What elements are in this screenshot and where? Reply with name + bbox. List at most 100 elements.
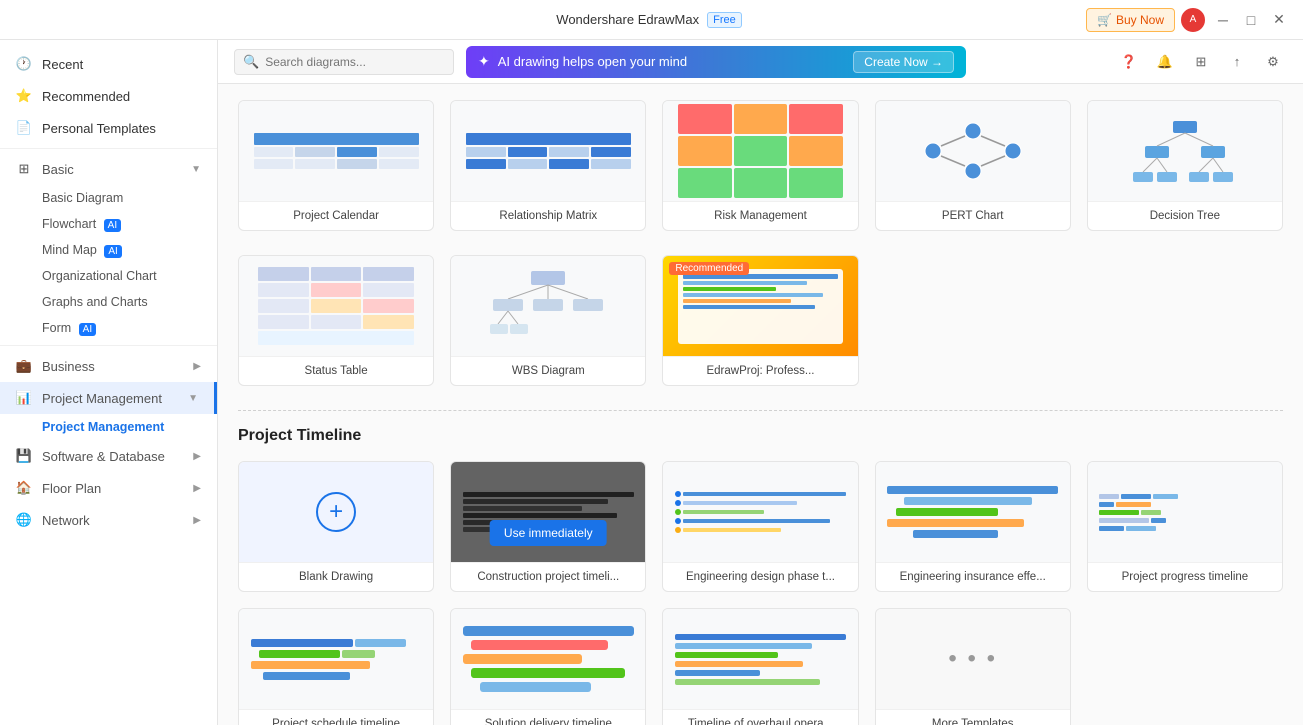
- sidebar-item-network[interactable]: 🌐 Network ▶: [0, 504, 217, 536]
- gantt-icon: 📊: [16, 390, 32, 406]
- card-schedule[interactable]: Project schedule timeline: [238, 608, 434, 725]
- sidebar-item-flowchart[interactable]: Flowchart AI: [0, 211, 217, 237]
- sidebar-label-recommended: Recommended: [42, 89, 130, 104]
- grid-icon: ⊞: [16, 161, 32, 177]
- sidebar-item-mind-map[interactable]: Mind Map AI: [0, 237, 217, 263]
- app-body: 🕐 Recent ⭐ Recommended 📄 Personal Templa…: [0, 40, 1303, 725]
- sidebar-label-personal: Personal Templates: [42, 121, 156, 136]
- sidebar-item-project-mgmt[interactable]: 📊 Project Management ▼: [0, 382, 217, 414]
- card-label-insurance: Engineering insurance effe...: [876, 562, 1070, 591]
- sidebar-item-graphs[interactable]: Graphs and Charts: [0, 289, 217, 315]
- app-badge: Free: [707, 12, 742, 28]
- sidebar-label-graphs: Graphs and Charts: [42, 295, 148, 309]
- minimize-button[interactable]: ─: [1211, 8, 1235, 32]
- chevron-right-icon-software: ▶: [193, 451, 201, 462]
- card-decision-tree[interactable]: Decision Tree: [1087, 100, 1283, 231]
- card-thumb-edrawproj: Recommended: [663, 256, 857, 356]
- card-overhaul[interactable]: Timeline of overhaul opera...: [662, 608, 858, 725]
- sidebar-item-recent[interactable]: 🕐 Recent: [0, 48, 217, 80]
- buy-now-button[interactable]: 🛒 Buy Now: [1086, 8, 1175, 32]
- ai-badge-form: AI: [79, 323, 96, 336]
- card-label-overhaul: Timeline of overhaul opera...: [663, 709, 857, 725]
- sidebar-label-basic: Basic: [42, 162, 74, 177]
- ai-badge-mind-map: AI: [104, 245, 121, 258]
- use-immediately-button[interactable]: Use immediately: [490, 520, 607, 546]
- card-thumb-more: • • •: [876, 609, 1070, 709]
- avatar[interactable]: A: [1179, 6, 1207, 34]
- card-label-relationship-matrix: Relationship Matrix: [451, 201, 645, 230]
- card-label-edrawproj: EdrawProj: Profess...: [663, 356, 857, 385]
- sidebar-label-project-mgmt-sub: Project Management: [42, 420, 164, 434]
- card-thumb-progress: [1088, 462, 1282, 562]
- card-solution[interactable]: Solution delivery timeline: [450, 608, 646, 725]
- card-construction[interactable]: Free Use immediately: [450, 461, 646, 592]
- sidebar: 🕐 Recent ⭐ Recommended 📄 Personal Templa…: [0, 40, 218, 725]
- sidebar-label-form: Form: [42, 321, 71, 335]
- card-project-calendar[interactable]: Project Calendar: [238, 100, 434, 231]
- card-thumb-construction: Use immediately: [451, 462, 645, 562]
- settings-button[interactable]: ⚙: [1259, 48, 1287, 76]
- sidebar-label-software: Software & Database: [42, 449, 165, 464]
- network-icon: 🌐: [16, 512, 32, 528]
- top-grid: Project Calendar: [238, 100, 1283, 231]
- sidebar-item-software[interactable]: 💾 Software & Database ▶: [0, 440, 217, 472]
- sidebar-item-project-mgmt-sub[interactable]: Project Management: [0, 414, 217, 440]
- card-edrawproj[interactable]: Recommended EdrawProj: Profess...: [662, 255, 858, 386]
- search-box[interactable]: 🔍: [234, 49, 454, 75]
- search-input[interactable]: [265, 55, 435, 69]
- card-status-table[interactable]: Status Table: [238, 255, 434, 386]
- card-insurance[interactable]: Engineering insurance effe...: [875, 461, 1071, 592]
- sidebar-item-org-chart[interactable]: Organizational Chart: [0, 263, 217, 289]
- sidebar-label-business: Business: [42, 359, 95, 374]
- close-button[interactable]: ✕: [1267, 8, 1291, 32]
- app-title: Wondershare EdrawMax: [556, 12, 699, 27]
- card-blank-drawing[interactable]: + Blank Drawing: [238, 461, 434, 592]
- sidebar-item-form[interactable]: Form AI: [0, 315, 217, 341]
- help-button[interactable]: ❓: [1115, 48, 1143, 76]
- share-button[interactable]: ↑: [1223, 48, 1251, 76]
- apps-button[interactable]: ⊞: [1187, 48, 1215, 76]
- card-thumb-status-table: [239, 256, 433, 356]
- card-thumb-blank: +: [239, 462, 433, 562]
- sidebar-item-basic-diagram[interactable]: Basic Diagram: [0, 185, 217, 211]
- maximize-button[interactable]: □: [1239, 8, 1263, 32]
- sidebar-label-mind-map: Mind Map: [42, 243, 97, 257]
- card-label-blank: Blank Drawing: [239, 562, 433, 591]
- notification-button[interactable]: 🔔: [1151, 48, 1179, 76]
- card-wbs-diagram[interactable]: WBS Diagram: [450, 255, 646, 386]
- sidebar-label-org-chart: Organizational Chart: [42, 269, 157, 283]
- card-thumb-project-calendar: [239, 101, 433, 201]
- titlebar-controls: 🛒 Buy Now A ─ □ ✕: [1086, 6, 1291, 34]
- card-pert-chart[interactable]: PERT Chart: [875, 100, 1071, 231]
- sidebar-label-flowchart: Flowchart: [42, 217, 96, 231]
- card-label-decision-tree: Decision Tree: [1088, 201, 1282, 230]
- card-progress[interactable]: Project progress timeline: [1087, 461, 1283, 592]
- sidebar-label-network: Network: [42, 513, 90, 528]
- card-relationship-matrix[interactable]: Relationship Matrix: [450, 100, 646, 231]
- card-label-risk-management: Risk Management: [663, 201, 857, 230]
- sidebar-item-floor-plan[interactable]: 🏠 Floor Plan ▶: [0, 472, 217, 504]
- sidebar-item-basic[interactable]: ⊞ Basic ▼: [0, 153, 217, 185]
- create-now-button[interactable]: Create Now →: [853, 51, 954, 73]
- card-more-templates[interactable]: • • • More Templates: [875, 608, 1071, 725]
- card-label-engineering: Engineering design phase t...: [663, 562, 857, 591]
- plus-icon: +: [316, 492, 356, 532]
- chevron-right-icon-network: ▶: [193, 515, 201, 526]
- timeline-grid-row1: + Blank Drawing Free: [238, 461, 1283, 592]
- card-label-wbs-diagram: WBS Diagram: [451, 356, 645, 385]
- sidebar-item-personal[interactable]: 📄 Personal Templates: [0, 112, 217, 144]
- sidebar-item-recommended[interactable]: ⭐ Recommended: [0, 80, 217, 112]
- recommended-badge-edrawproj: Recommended: [669, 262, 749, 275]
- card-engineering[interactable]: Free: [662, 461, 858, 592]
- sidebar-label-project-mgmt: Project Management: [42, 391, 162, 406]
- card-thumb-wbs-diagram: [451, 256, 645, 356]
- card-label-solution: Solution delivery timeline: [451, 709, 645, 725]
- top-section: Project Calendar: [238, 100, 1283, 231]
- main-content: 🔍 ✦ AI drawing helps open your mind Crea…: [218, 40, 1303, 725]
- ai-banner[interactable]: ✦ AI drawing helps open your mind Create…: [466, 46, 966, 78]
- sidebar-item-business[interactable]: 💼 Business ▶: [0, 350, 217, 382]
- card-thumb-engineering: [663, 462, 857, 562]
- card-risk-management[interactable]: Risk Management: [662, 100, 858, 231]
- card-thumb-overhaul: [663, 609, 857, 709]
- card-thumb-risk-management: [663, 101, 857, 201]
